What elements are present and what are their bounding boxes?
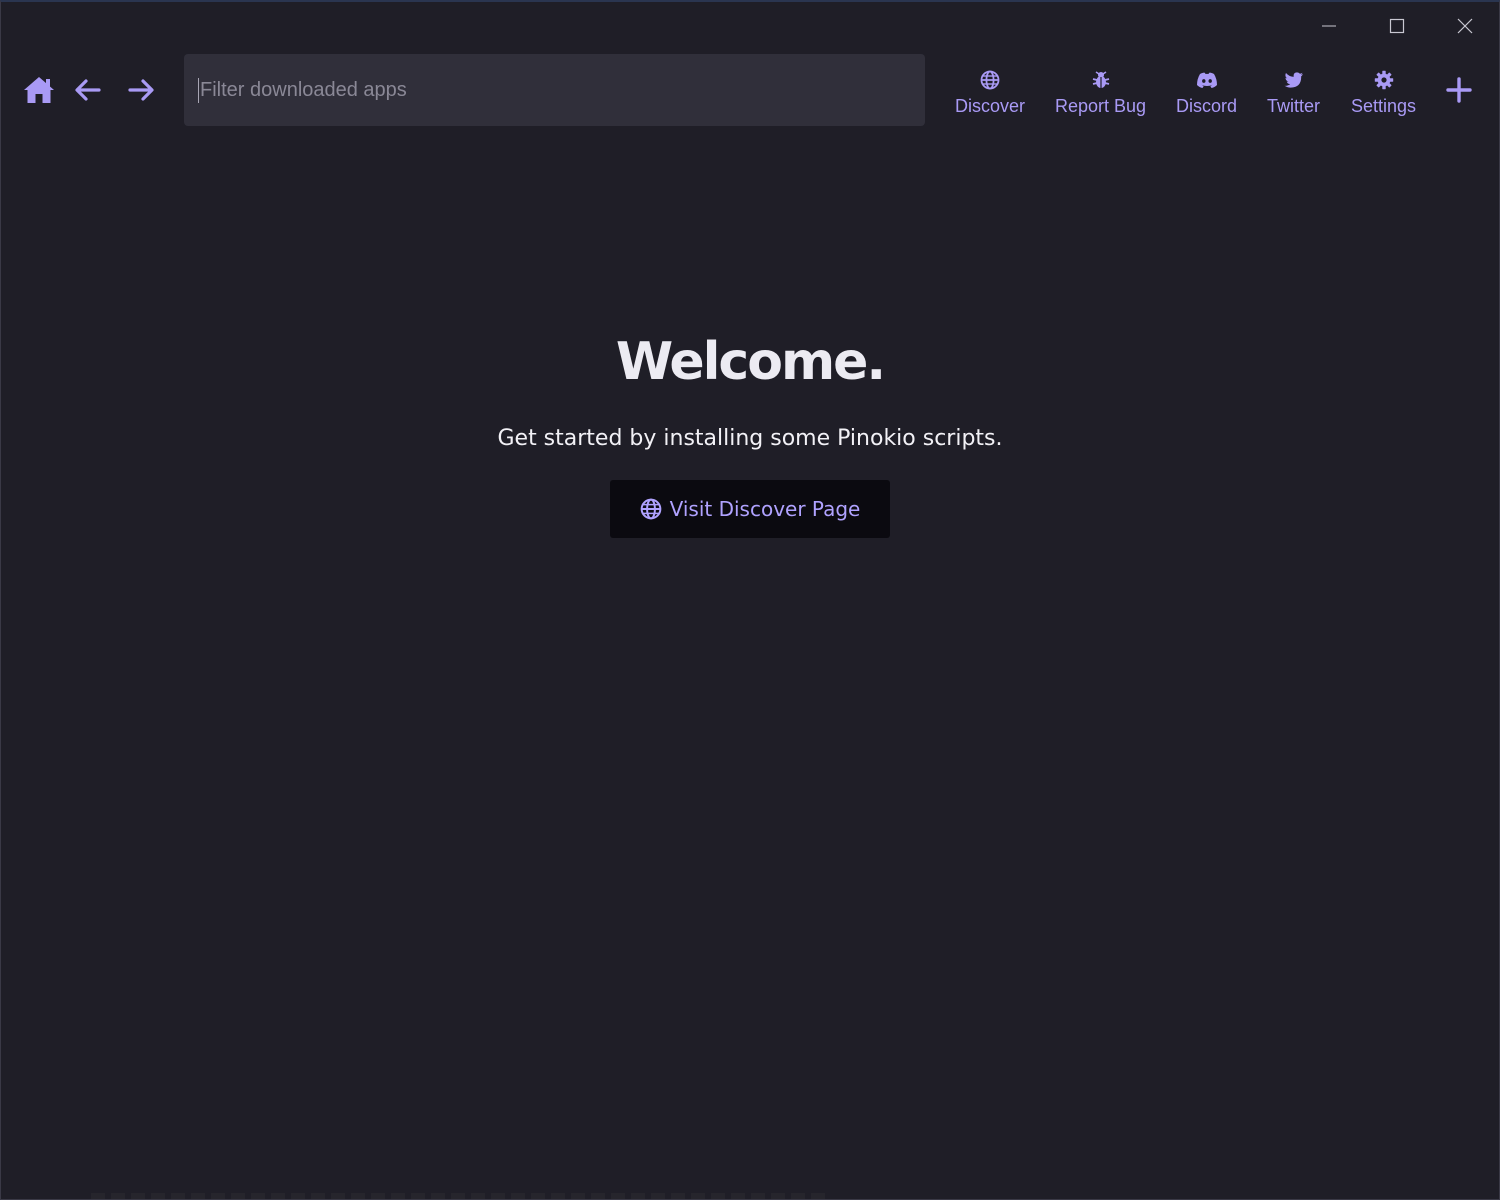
- forward-button[interactable]: [121, 70, 161, 110]
- add-button[interactable]: [1441, 72, 1477, 108]
- twitter-icon: [1284, 68, 1304, 92]
- minimize-icon: [1322, 25, 1336, 27]
- visit-discover-button[interactable]: Visit Discover Page: [609, 480, 891, 538]
- page-title: Welcome.: [615, 332, 886, 392]
- nav-link-twitter[interactable]: Twitter: [1267, 68, 1320, 122]
- nav-link-label: Twitter: [1267, 96, 1321, 116]
- nav-link-discover[interactable]: Discover: [955, 68, 1025, 122]
- globe-icon: [640, 498, 661, 520]
- toolbar: Discover Report Bug: [1, 54, 1499, 128]
- nav-link-label: Discord: [1176, 96, 1238, 116]
- maximize-button[interactable]: [1363, 8, 1431, 44]
- discord-icon: [1196, 68, 1218, 92]
- arrow-left-icon: [75, 79, 101, 101]
- gear-icon: [1374, 68, 1394, 92]
- close-icon: [1457, 18, 1473, 34]
- nav-link-report-bug[interactable]: Report Bug: [1055, 68, 1146, 122]
- arrow-right-icon: [128, 79, 154, 101]
- nav-link-settings[interactable]: Settings: [1351, 68, 1416, 122]
- home-button[interactable]: [19, 70, 59, 110]
- nav-link-label: Discover: [955, 96, 1026, 116]
- minimize-button[interactable]: [1295, 8, 1363, 44]
- nav-link-discord[interactable]: Discord: [1176, 68, 1237, 122]
- nav-link-label: Report Bug: [1055, 96, 1147, 116]
- bug-icon: [1091, 68, 1111, 92]
- welcome-panel: Welcome. Get started by installing some …: [1, 332, 1499, 538]
- nav-link-label: Settings: [1351, 96, 1417, 116]
- close-button[interactable]: [1431, 8, 1499, 44]
- welcome-subtitle: Get started by installing some Pinokio s…: [497, 426, 1003, 451]
- search-box: [184, 54, 925, 126]
- window-controls: [1295, 8, 1499, 44]
- visit-discover-label: Visit Discover Page: [669, 497, 861, 521]
- home-icon: [24, 77, 54, 103]
- maximize-icon: [1389, 18, 1405, 34]
- app-window: Discover Report Bug: [0, 0, 1500, 1200]
- search-input[interactable]: [198, 77, 911, 103]
- globe-icon: [980, 68, 1000, 92]
- back-button[interactable]: [68, 70, 108, 110]
- plus-icon: [1446, 77, 1472, 103]
- background-window-edge: [91, 1193, 831, 1199]
